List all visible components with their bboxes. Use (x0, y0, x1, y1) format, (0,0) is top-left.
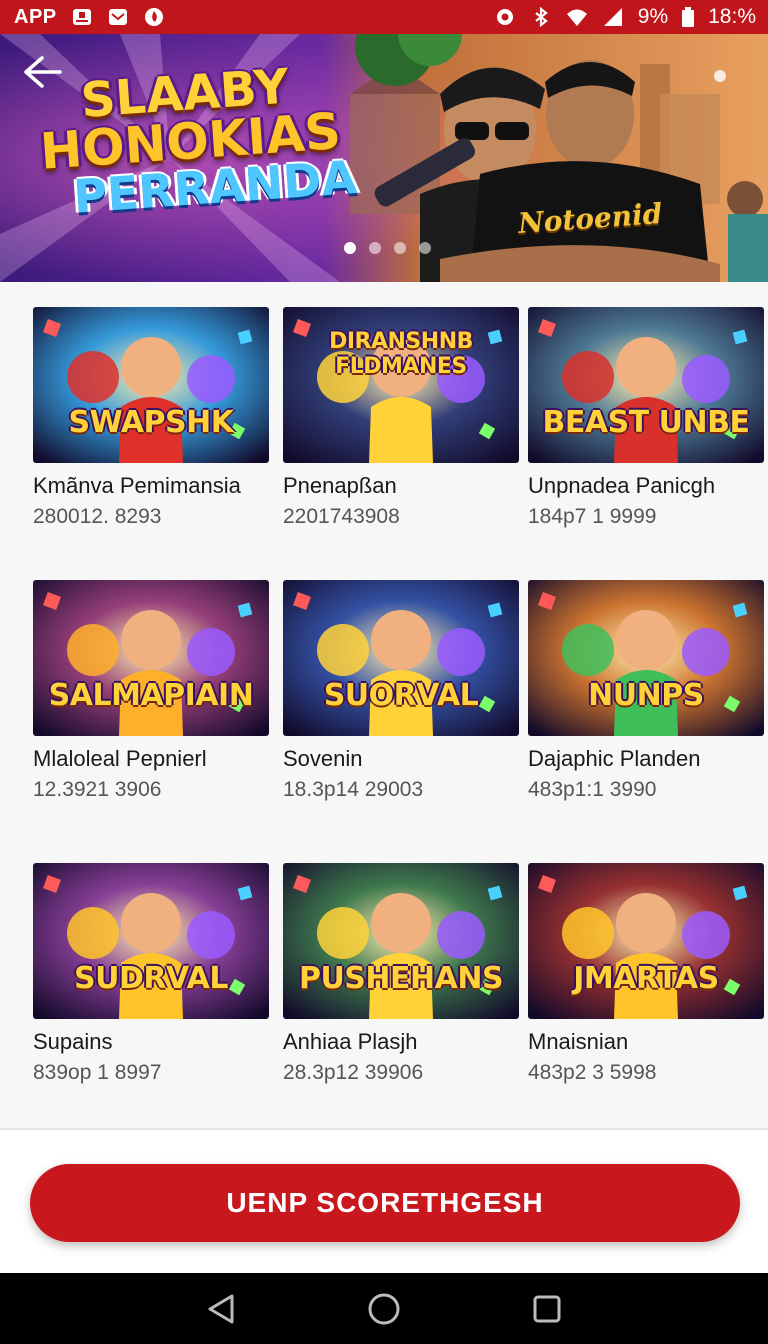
thumbnail-logo-text: SWAPSHK (68, 405, 234, 440)
settings-icon (496, 9, 513, 25)
game-card[interactable]: SUORVAL Sovenin 18.3p14 29003 (283, 580, 523, 802)
game-thumbnail[interactable]: JMARTAS (528, 863, 764, 1019)
flame-icon (144, 8, 163, 26)
nav-home-button[interactable] (354, 1279, 414, 1339)
status-bar: APP 9% 18:% (0, 0, 768, 34)
carousel-dot[interactable] (419, 242, 431, 254)
nav-back-button[interactable] (191, 1279, 251, 1339)
mail-icon (108, 9, 127, 25)
game-thumbnail[interactable]: NUNPS (528, 580, 764, 736)
game-title: Dajaphic Planden (528, 746, 701, 771)
game-subtitle: 2201743908 (283, 505, 400, 528)
notification-icon (72, 9, 91, 25)
status-time: 18:% (708, 5, 756, 28)
game-title: Mlaloleal Pepnierl (33, 746, 207, 771)
game-card[interactable]: SALMAPIAIN Mlaloleal Pepnierl 12.3921 3906 (33, 580, 273, 802)
home-circle-icon (368, 1293, 400, 1324)
back-arrow-icon (24, 56, 62, 88)
game-subtitle: 28.3p12 39906 (283, 1061, 424, 1084)
status-app-label: APP (14, 5, 57, 28)
game-subtitle: 12.3921 3906 (33, 778, 162, 801)
game-card[interactable]: SUDRVAL Supains 839op 1 8997 (33, 863, 273, 1085)
game-card[interactable]: PUSHEHANS Anhiaa Plasjh 28.3p12 39906 (283, 863, 523, 1085)
game-card[interactable]: SWAPSHK Kmãnva Pemimansia 280012. 8293 (33, 307, 273, 529)
thumbnail-logo-text: JMARTAS (573, 961, 719, 996)
thumbnail-logo-text: DIRANSHNB FLDMANES (329, 329, 473, 379)
thumbnail-logo-text: SALMAPIAIN (48, 678, 254, 713)
thumbnail-logo-text: BEAST UNBE (542, 405, 750, 440)
hero-title: SLAABY HONOKIAS PERRANDA (35, 59, 358, 224)
recents-square-icon (533, 1295, 561, 1322)
game-subtitle: 280012. 8293 (33, 505, 162, 528)
status-right: 9% 18:% (494, 5, 756, 29)
nav-recents-button[interactable] (517, 1279, 577, 1339)
hero-banner[interactable]: SLAABY HONOKIAS PERRANDA Notoenid (0, 34, 768, 282)
game-card[interactable]: NUNPS Dajaphic Planden 483p1:1 3990 (528, 580, 768, 802)
game-thumbnail[interactable]: SALMAPIAIN (33, 580, 269, 736)
battery-percent: 9% (637, 5, 669, 28)
app-screen: APP 9% 18:% SLAABY HONOKIAS PERRANDA Not… (0, 0, 768, 1344)
thumbnail-logo-text: PUSHEHANS (298, 961, 504, 996)
game-subtitle: 18.3p14 29003 (283, 778, 424, 801)
back-triangle-icon (208, 1294, 234, 1323)
game-title: Sovenin (283, 746, 363, 771)
game-grid: SWAPSHK Kmãnva Pemimansia 280012. 8293 DIRA… (0, 282, 768, 1128)
hero-indicator-dot (714, 70, 726, 82)
game-subtitle: 483p1:1 3990 (528, 778, 657, 801)
primary-cta-button[interactable]: UENP SCORETHGESH (30, 1164, 740, 1242)
game-thumbnail[interactable]: SUDRVAL (33, 863, 269, 1019)
game-thumbnail[interactable]: SUORVAL (283, 580, 519, 736)
game-title: Pnenapßan (283, 473, 397, 498)
game-thumbnail[interactable]: SWAPSHK (33, 307, 269, 463)
carousel-dot[interactable] (369, 242, 381, 254)
game-card[interactable]: BEAST UNBE Unpnadea Panicgh 184p7 1 9999 (528, 307, 768, 529)
game-title: Unpnadea Panicgh (528, 473, 716, 498)
thumbnail-logo-text: SUORVAL (323, 678, 479, 713)
signal-icon (603, 8, 622, 26)
game-title: Anhiaa Plasjh (283, 1029, 418, 1054)
bottom-action-area: UENP SCORETHGESH (0, 1130, 768, 1273)
android-nav-bar (0, 1273, 768, 1344)
game-title: Supains (33, 1029, 113, 1054)
game-thumbnail[interactable]: BEAST UNBE (528, 307, 764, 463)
wifi-icon (566, 9, 587, 26)
game-title: Kmãnva Pemimansia (33, 473, 241, 498)
carousel-dot[interactable] (394, 242, 406, 254)
status-left: APP (14, 6, 165, 29)
carousel-dots[interactable] (344, 242, 431, 254)
thumbnail-logo-text: SUDRVAL (74, 961, 229, 996)
game-thumbnail[interactable]: DIRANSHNB FLDMANES (283, 307, 519, 463)
game-card[interactable]: DIRANSHNB FLDMANES Pnenapßan 2201743908 (283, 307, 523, 529)
back-button[interactable] (22, 54, 74, 106)
game-thumbnail[interactable]: PUSHEHANS (283, 863, 519, 1019)
battery-icon (682, 7, 695, 27)
thumbnail-logo-text: NUNPS (588, 678, 704, 713)
carousel-dot[interactable] (344, 242, 356, 254)
game-subtitle: 483p2 3 5998 (528, 1061, 657, 1084)
game-title: Mnaisnian (528, 1029, 629, 1054)
bluetooth-icon (535, 7, 548, 27)
game-card[interactable]: JMARTAS Mnaisnian 483p2 3 5998 (528, 863, 768, 1085)
game-subtitle: 184p7 1 9999 (528, 505, 657, 528)
game-subtitle: 839op 1 8997 (33, 1061, 162, 1084)
